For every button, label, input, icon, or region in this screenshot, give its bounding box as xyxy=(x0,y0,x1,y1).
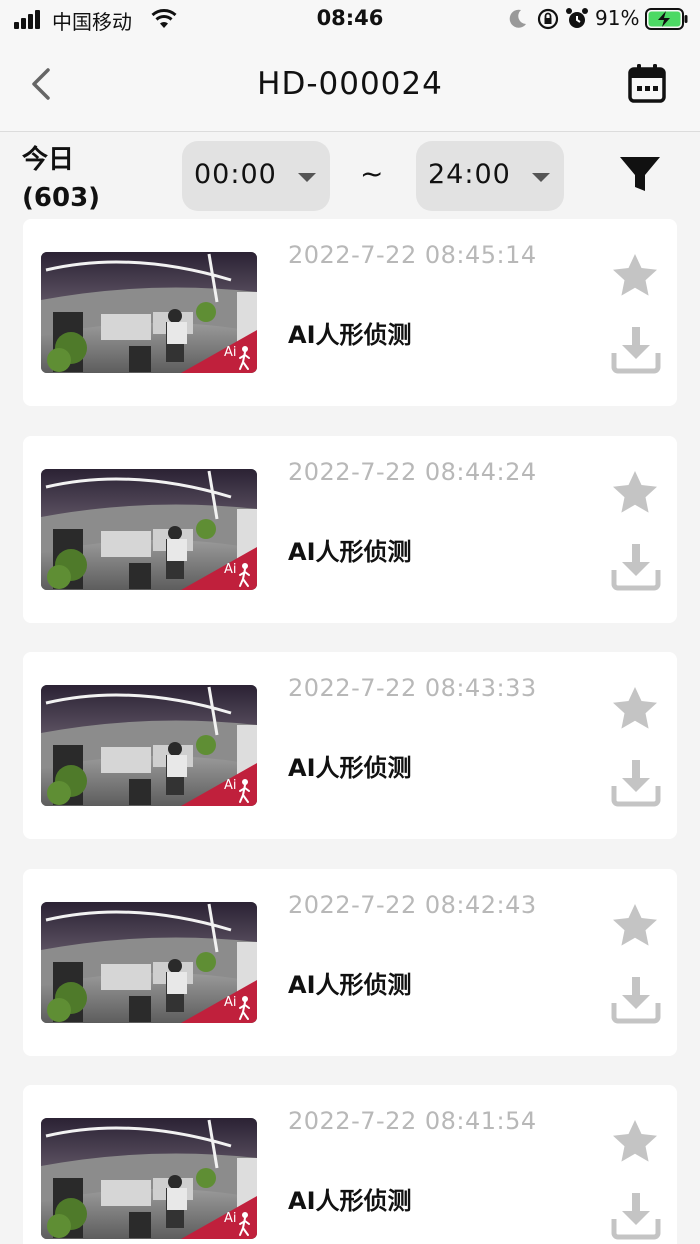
download-icon[interactable] xyxy=(610,973,662,1025)
star-icon[interactable] xyxy=(610,684,660,734)
thumbnail-image: Ai xyxy=(41,1118,257,1239)
download-icon[interactable] xyxy=(610,756,662,808)
rotation-lock-icon xyxy=(537,8,559,30)
video-thumbnail[interactable]: Ai xyxy=(41,1118,257,1239)
video-thumbnail[interactable]: Ai xyxy=(41,468,257,590)
record-time: 2022-7-22 08:41:54 xyxy=(288,1107,537,1135)
ai-badge-text: Ai xyxy=(224,995,237,1010)
record-event: AI人形侦测 xyxy=(288,1187,412,1215)
thumbnail-image: Ai xyxy=(41,685,257,806)
day-label: 今日 xyxy=(22,145,75,175)
record-card[interactable]: Ai 2022-7-22 08:42:43 AI人形侦测 xyxy=(23,868,677,1056)
record-time: 2022-7-22 08:43:33 xyxy=(288,674,537,702)
record-card[interactable]: Ai 2022-7-22 08:45:14 AI人形侦测 xyxy=(23,219,677,406)
record-event: AI人形侦测 xyxy=(288,537,412,566)
end-time-value: 24:00 xyxy=(428,159,511,190)
calendar-icon[interactable] xyxy=(626,62,668,106)
star-icon[interactable] xyxy=(610,251,660,301)
thumbnail-image: Ai xyxy=(41,252,257,373)
ai-badge-text: Ai xyxy=(224,1211,237,1226)
ai-badge-text: Ai xyxy=(224,562,237,577)
ai-badge-text: Ai xyxy=(224,345,237,360)
funnel-icon[interactable] xyxy=(618,153,662,197)
start-time-value: 00:00 xyxy=(194,159,277,190)
end-time-select[interactable]: 24:00 xyxy=(416,141,564,211)
record-card[interactable]: Ai 2022-7-22 08:44:24 AI人形侦测 xyxy=(23,435,677,623)
record-time: 2022-7-22 08:44:24 xyxy=(288,457,537,486)
video-thumbnail[interactable]: Ai xyxy=(41,901,257,1023)
thumbnail-image: Ai xyxy=(41,468,257,590)
star-icon[interactable] xyxy=(610,1117,660,1167)
caret-down-icon xyxy=(298,173,316,182)
star-icon[interactable] xyxy=(610,901,660,951)
download-icon[interactable] xyxy=(610,1189,662,1241)
record-count: (603) xyxy=(22,183,101,213)
record-event: AI人形侦测 xyxy=(288,754,412,782)
record-event: AI人形侦测 xyxy=(288,321,412,349)
record-time: 2022-7-22 08:45:14 xyxy=(288,241,537,269)
nav-header: HD-000024 xyxy=(0,40,700,132)
record-card[interactable]: Ai 2022-7-22 08:41:54 AI人形侦测 xyxy=(23,1085,677,1244)
star-icon[interactable] xyxy=(610,468,660,518)
alarm-icon xyxy=(566,8,588,28)
download-icon[interactable] xyxy=(610,540,662,592)
video-thumbnail[interactable]: Ai xyxy=(41,252,257,373)
page-title: HD-000024 xyxy=(257,66,443,102)
time-range-separator: ~ xyxy=(360,157,384,190)
today-count: 今日 (603) xyxy=(22,141,100,217)
filter-bar: 今日 (603) 00:00 ~ 24:00 xyxy=(0,133,700,219)
video-thumbnail[interactable]: Ai xyxy=(41,685,257,806)
record-time: 2022-7-22 08:42:43 xyxy=(288,890,537,919)
thumbnail-image: Ai xyxy=(41,901,257,1023)
start-time-select[interactable]: 00:00 xyxy=(182,141,330,211)
download-icon[interactable] xyxy=(610,323,662,375)
moon-icon xyxy=(509,9,526,28)
record-card[interactable]: Ai 2022-7-22 08:43:33 AI人形侦测 xyxy=(23,652,677,839)
ai-badge-text: Ai xyxy=(224,778,237,793)
record-event: AI人形侦测 xyxy=(288,970,412,999)
caret-down-icon xyxy=(532,173,550,182)
battery-charging-icon xyxy=(645,8,688,30)
battery-percent: 91% xyxy=(595,6,640,30)
status-bar: 中国移动 08:46 91% xyxy=(0,0,700,40)
